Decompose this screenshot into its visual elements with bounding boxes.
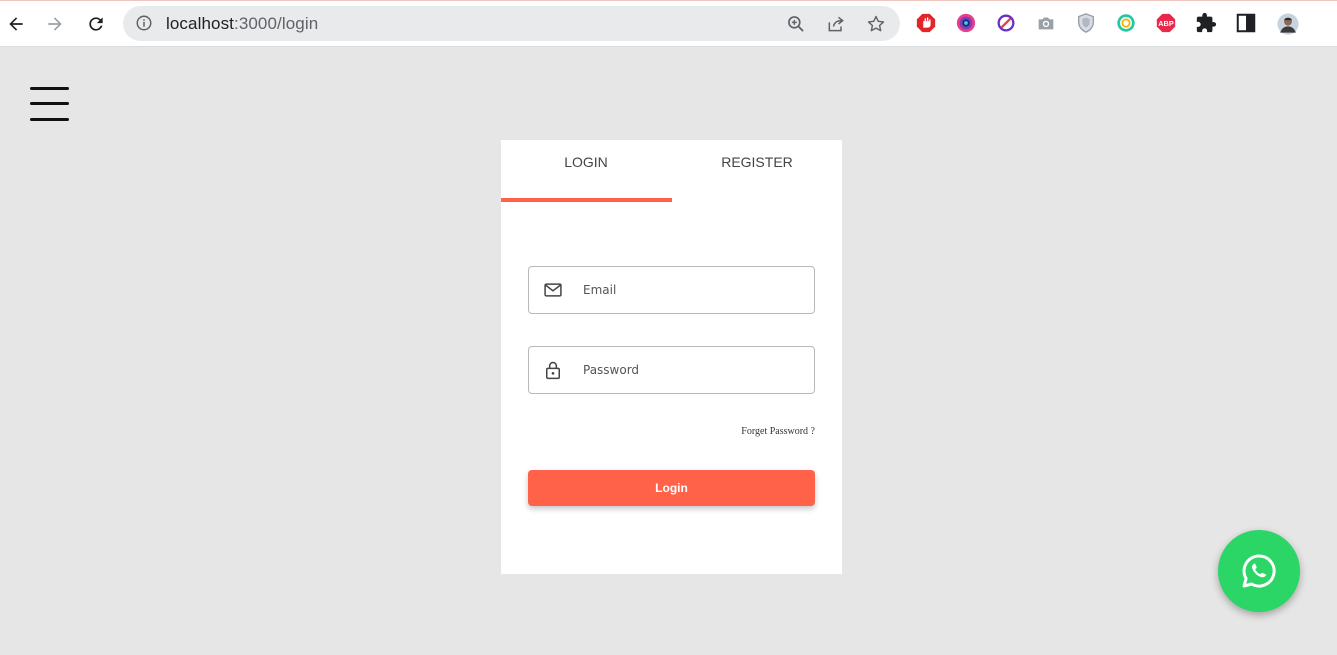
back-button[interactable] <box>0 8 32 40</box>
url-path: :3000/login <box>234 14 319 33</box>
puzzle-extension-icon[interactable] <box>1195 12 1217 34</box>
tab-register[interactable]: REGISTER <box>672 140 842 202</box>
email-input[interactable] <box>583 277 803 303</box>
menu-bar-line <box>30 102 69 105</box>
login-button[interactable]: Login <box>528 470 815 506</box>
arrow-left-icon <box>9 17 23 31</box>
forget-password-link[interactable]: Forget Password ? <box>741 426 815 437</box>
share-icon[interactable] <box>825 13 847 35</box>
info-icon[interactable] <box>135 14 153 32</box>
color-circle-extension-icon[interactable] <box>955 12 977 34</box>
menu-bar-line <box>30 87 69 90</box>
arrow-right-icon <box>48 17 62 31</box>
mail-icon <box>544 283 562 297</box>
url-host: localhost <box>166 14 234 33</box>
url-text[interactable]: localhost:3000/login <box>166 14 318 34</box>
adblock-plus-extension-icon[interactable]: ABP <box>1155 12 1177 34</box>
whatsapp-icon <box>1242 554 1276 588</box>
star-icon[interactable] <box>865 13 887 35</box>
password-input[interactable] <box>583 357 803 383</box>
forward-button[interactable] <box>39 8 71 40</box>
profile-avatar[interactable] <box>1274 10 1301 37</box>
tab-strip-edge <box>0 0 1337 1</box>
reload-button[interactable] <box>80 8 112 40</box>
lock-icon <box>546 361 560 380</box>
whatsapp-button[interactable] <box>1218 530 1300 612</box>
shield-extension-icon[interactable] <box>1075 12 1097 34</box>
reload-icon <box>89 17 103 31</box>
password-field[interactable] <box>528 346 815 394</box>
blocked-sign-extension-icon[interactable] <box>995 12 1017 34</box>
svg-text:ABP: ABP <box>1158 19 1174 28</box>
stop-hand-extension-icon[interactable] <box>915 12 937 34</box>
hamburger-menu-icon[interactable] <box>30 87 70 123</box>
ring-extension-icon[interactable] <box>1115 12 1137 34</box>
side-panel-icon[interactable] <box>1235 12 1257 34</box>
camera-extension-icon[interactable] <box>1035 12 1057 34</box>
address-bar[interactable]: localhost:3000/login <box>123 6 900 41</box>
menu-bar-line <box>30 118 69 121</box>
zoom-in-icon[interactable] <box>785 13 807 35</box>
browser-toolbar: localhost:3000/login ABP <box>0 0 1337 47</box>
tab-login[interactable]: LOGIN <box>501 140 671 202</box>
email-field[interactable] <box>528 266 815 314</box>
auth-card: LOGIN REGISTER Forget Password ? Login <box>501 140 842 574</box>
active-tab-indicator <box>501 198 672 202</box>
